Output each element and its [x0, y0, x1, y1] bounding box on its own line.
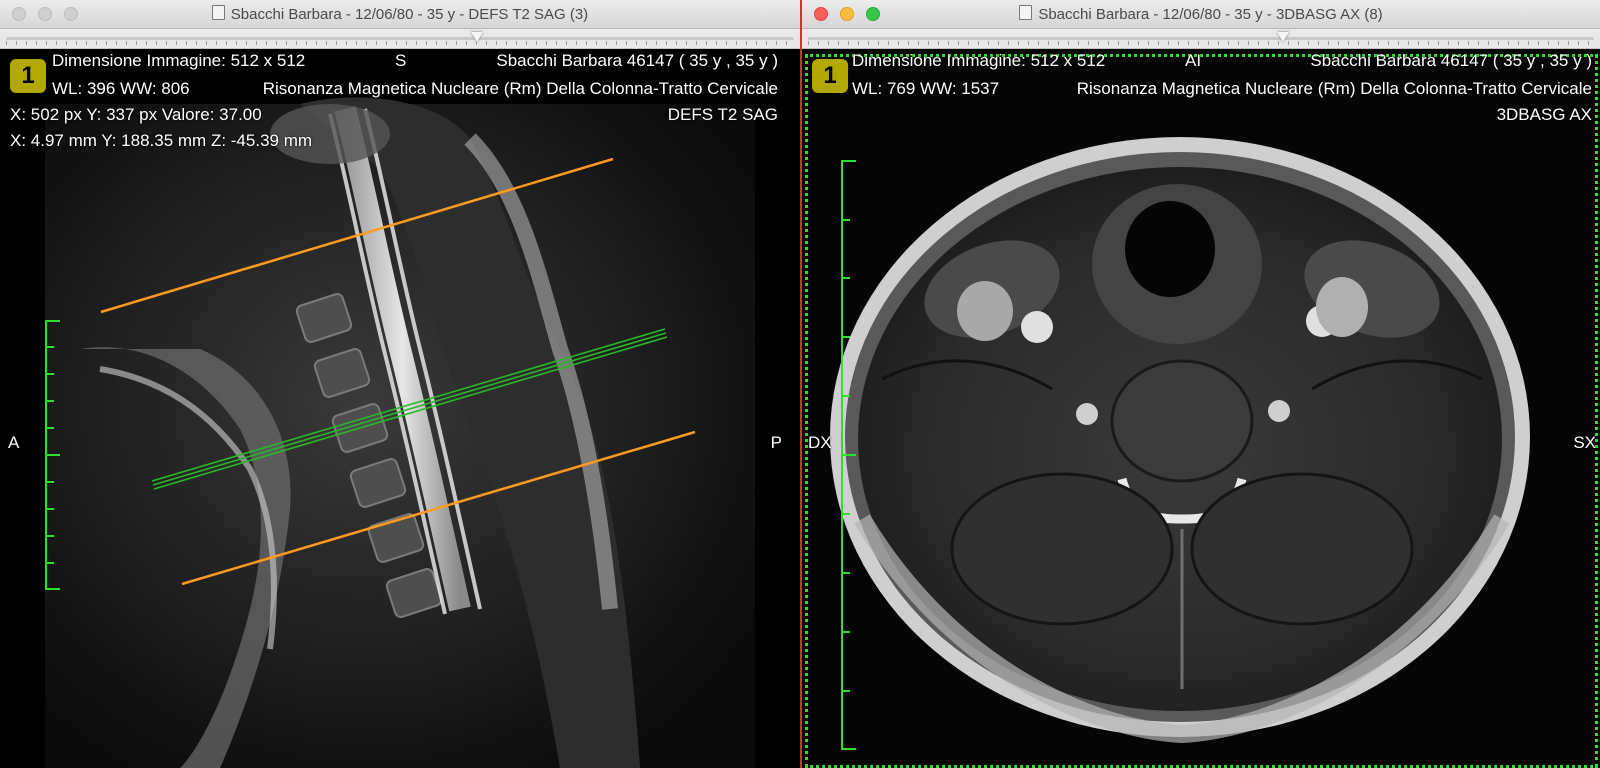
sagittal-image-viewport[interactable]: 1 Dimensione Immagine: 512 x 512 S Sbacc… — [0, 49, 800, 768]
mm-readout: X: 4.97 mm Y: 188.35 mm Z: -45.39 mm — [10, 131, 313, 150]
right-window-title: Sbacchi Barbara - 12/06/80 - 35 y - 3DBA… — [802, 5, 1600, 23]
viewer-badge[interactable]: 1 — [10, 59, 46, 93]
series-name: 3DBASG AX — [1496, 105, 1592, 124]
document-icon — [211, 5, 225, 20]
left-titlebar[interactable]: Sbacchi Barbara - 12/06/80 - 35 y - DEFS… — [0, 0, 800, 29]
document-icon — [1019, 5, 1033, 20]
pixel-readout: X: 502 px Y: 337 px Valore: 37.00 — [10, 105, 262, 124]
scale-ruler — [45, 320, 60, 590]
sagittal-mri-image — [0, 49, 800, 768]
orientation-left: A — [8, 433, 20, 452]
viewer-badge[interactable]: 1 — [812, 59, 848, 93]
series-name: DEFS T2 SAG — [667, 105, 778, 124]
slider-thumb[interactable] — [1277, 32, 1289, 42]
right-image-slider[interactable] — [802, 29, 1600, 49]
window-level-label: WL: 396 WW: 806 — [52, 79, 190, 98]
image-dimension-label: Dimensione Immagine: 512 x 512 — [852, 51, 1106, 70]
orientation-top: S — [395, 51, 407, 70]
window-level-label: WL: 769 WW: 1537 — [852, 79, 1000, 98]
orientation-top: AI — [1185, 51, 1202, 70]
image-dimension-label: Dimensione Immagine: 512 x 512 — [52, 51, 306, 70]
patient-info: Sbacchi Barbara 46147 ( 35 y , 35 y ) — [1310, 51, 1592, 70]
sagittal-viewer-window: Sbacchi Barbara - 12/06/80 - 35 y - DEFS… — [0, 0, 800, 768]
axial-viewer-window: Sbacchi Barbara - 12/06/80 - 35 y - 3DBA… — [800, 0, 1600, 768]
study-description: Risonanza Magnetica Nucleare (Rm) Della … — [1076, 79, 1592, 98]
right-titlebar[interactable]: Sbacchi Barbara - 12/06/80 - 35 y - 3DBA… — [802, 0, 1600, 29]
axial-mri-image — [802, 49, 1600, 768]
scale-ruler — [841, 160, 856, 750]
orientation-left: DX — [808, 433, 832, 452]
orientation-right: SX — [1573, 433, 1596, 452]
study-description: Risonanza Magnetica Nucleare (Rm) Della … — [262, 79, 778, 98]
left-image-slider[interactable] — [0, 29, 800, 49]
patient-info: Sbacchi Barbara 46147 ( 35 y , 35 y ) — [496, 51, 778, 70]
left-window-title: Sbacchi Barbara - 12/06/80 - 35 y - DEFS… — [0, 5, 800, 23]
orientation-right: P — [770, 433, 782, 452]
slider-thumb[interactable] — [471, 32, 483, 42]
axial-image-viewport[interactable]: 1 Dimensione Immagine: 512 x 512 AI Sbac… — [802, 49, 1600, 768]
